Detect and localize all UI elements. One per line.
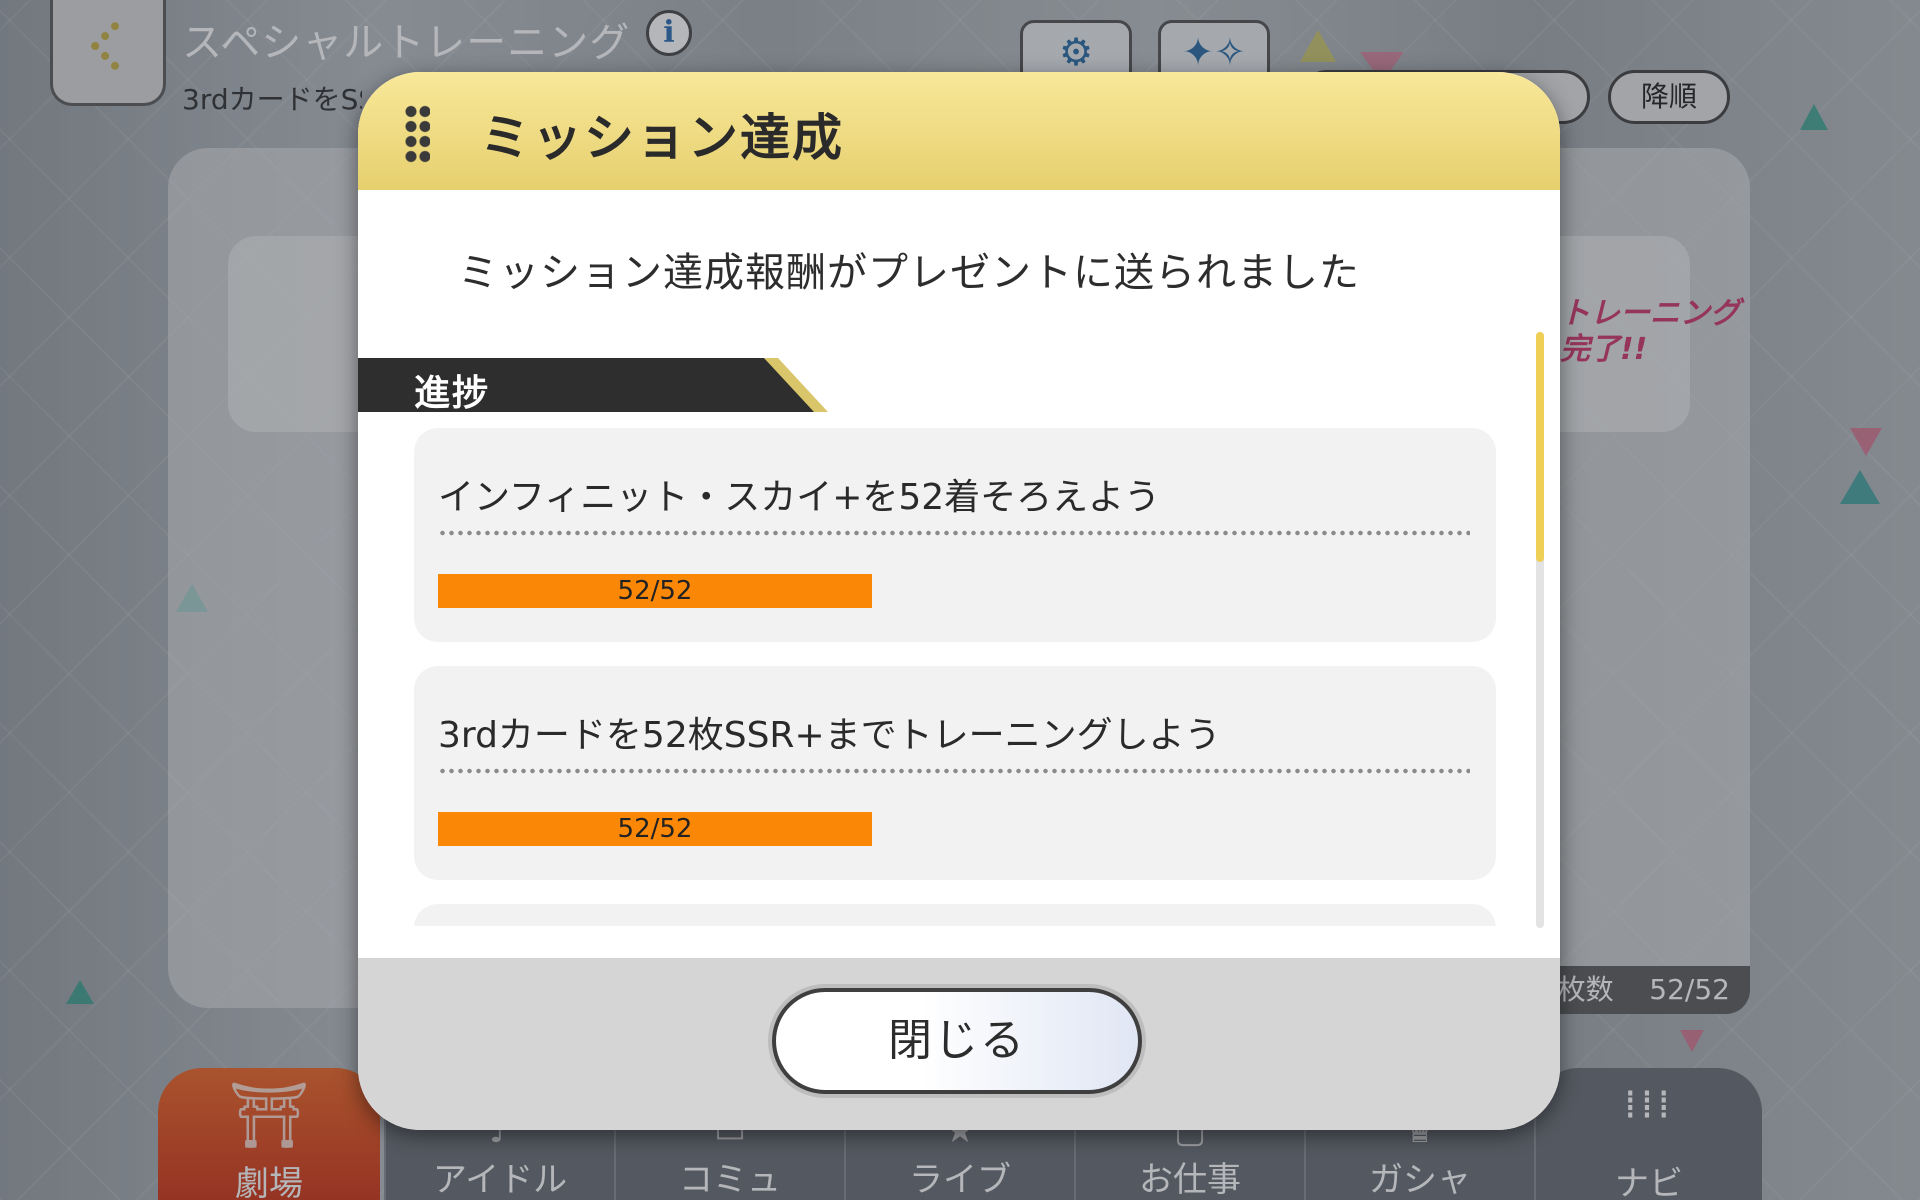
mission-item: インフィニット・スカイ+を52着そろえよう 52/52: [414, 428, 1496, 642]
drag-handle-icon: [404, 104, 430, 164]
dialog-header: ミッション達成: [358, 72, 1560, 190]
dotted-divider: [438, 768, 1470, 774]
dotted-divider: [438, 530, 1470, 536]
progress-text: 52/52: [617, 576, 693, 606]
mission-text: インフィニット・スカイ+を52着そろえよう: [438, 477, 1161, 518]
close-button[interactable]: 閉じる: [772, 988, 1142, 1094]
scrollbar-thumb[interactable]: [1536, 332, 1544, 562]
dialog-title: ミッション達成: [480, 109, 844, 167]
dialog-message: ミッション達成報酬がプレゼントに送られました: [458, 250, 1360, 296]
dialog-footer: 閉じる: [358, 958, 1560, 1130]
mission-item: 3rdカードを52枚SSR+までトレーニングしよう 52/52: [414, 666, 1496, 880]
mission-text: 3rdカードを52枚SSR+までトレーニングしよう: [438, 715, 1221, 756]
mission-item: [414, 904, 1496, 926]
section-title: 進捗: [414, 373, 491, 414]
progress-text: 52/52: [617, 814, 693, 844]
mission-complete-dialog: ミッション達成 ミッション達成報酬がプレゼントに送られました 進捗 インフィニッ…: [358, 72, 1560, 1130]
mission-list[interactable]: インフィニット・スカイ+を52着そろえよう 52/52 3rdカードを52枚SS…: [358, 428, 1560, 926]
progress-bar: 52/52: [438, 812, 872, 846]
progress-bar: 52/52: [438, 574, 872, 608]
scrollbar[interactable]: [1536, 332, 1544, 928]
